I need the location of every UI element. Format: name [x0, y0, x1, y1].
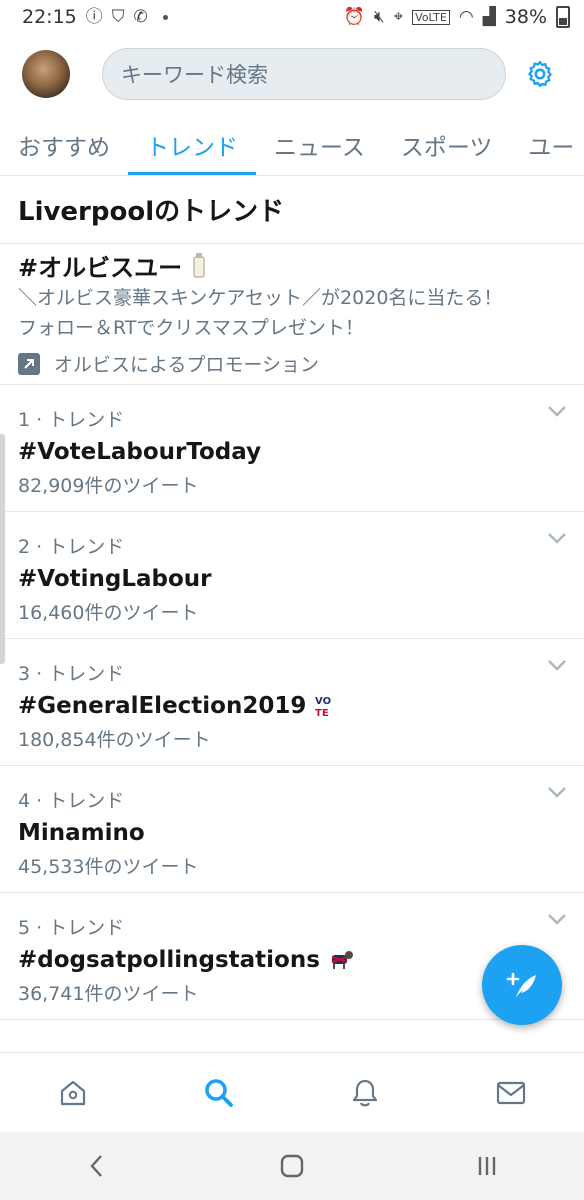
svg-text:TE: TE — [315, 708, 329, 718]
search-input[interactable]: キーワード検索 — [102, 48, 506, 100]
trend-rank: 2 · トレンド — [18, 536, 125, 558]
explore-tabs: おすすめ トレンド ニュース スポーツ ユー — [0, 114, 584, 176]
dog-emoji-icon — [331, 951, 353, 969]
promoted-hashtag: #オルビスユー — [18, 253, 183, 282]
status-bar: 22:15 ⓘ ⛉ ✆ ⏰ 🔇︎ ⌖ VoLTE ◠ ▟ 38% — [0, 0, 584, 34]
tab-recommended[interactable]: おすすめ — [0, 114, 128, 175]
system-back-button[interactable] — [67, 1141, 127, 1191]
wifi-call-icon: ✆ — [133, 6, 148, 27]
battery-percent: 38% — [504, 6, 547, 28]
recents-icon — [478, 1157, 495, 1175]
gear-icon — [528, 61, 552, 87]
search-placeholder: キーワード検索 — [121, 63, 268, 87]
bottle-emoji-icon — [193, 253, 205, 278]
tab-news[interactable]: ニュース — [256, 114, 383, 175]
trend-tweet-count: 45,533件のツイート — [18, 856, 199, 878]
trend-name: #dogsatpollingstations — [18, 947, 320, 973]
wifi-icon: ◠ — [458, 6, 474, 27]
volte-icon: VoLTE — [412, 9, 450, 25]
trend-item[interactable]: 3 · トレンド #GeneralElection2019 VO TE 180,… — [0, 639, 584, 766]
nav-search[interactable] — [189, 1063, 249, 1123]
compose-feather-icon — [506, 972, 536, 997]
nav-home[interactable] — [43, 1063, 103, 1123]
promoted-by-label: オルビスによるプロモーション — [54, 354, 320, 376]
mute-icon: 🔇︎ — [373, 6, 385, 27]
alarm-icon: ⏰ — [343, 6, 365, 27]
chevron-down-icon[interactable] — [546, 911, 568, 927]
tab-entertainment[interactable]: ユー — [510, 114, 584, 175]
trend-tweet-count: 82,909件のツイート — [18, 475, 199, 497]
trend-item-partial[interactable] — [0, 1020, 584, 1050]
edge-panel-handle[interactable] — [0, 434, 5, 664]
trend-tweet-count: 16,460件のツイート — [18, 602, 199, 624]
header: キーワード検索 — [0, 34, 584, 114]
trend-item[interactable]: 4 · トレンド Minamino 45,533件のツイート — [0, 766, 584, 893]
battery-icon — [556, 6, 570, 28]
promoted-description-line1: ＼オルビス豪華スキンケアセット／が2020名に当たる！ — [18, 287, 503, 309]
chevron-down-icon[interactable] — [546, 784, 568, 800]
trend-name: Minamino — [18, 820, 145, 846]
back-chevron-icon — [90, 1155, 103, 1177]
vote-emoji-icon: VO TE — [315, 696, 331, 718]
avatar[interactable] — [22, 50, 70, 98]
trend-rank: 4 · トレンド — [18, 790, 125, 812]
trend-name: #VoteLabourToday — [18, 439, 262, 465]
nav-notifications[interactable] — [335, 1063, 395, 1123]
chevron-down-icon[interactable] — [546, 403, 568, 419]
notification-dot-icon — [162, 14, 168, 20]
nav-messages[interactable] — [481, 1063, 541, 1123]
mail-icon — [496, 1081, 526, 1104]
trend-rank: 1 · トレンド — [18, 409, 125, 431]
trend-item[interactable]: 2 · トレンド #VotingLabour 16,460件のツイート — [0, 512, 584, 639]
settings-button[interactable] — [512, 46, 568, 102]
alert-icon: ⓘ — [85, 6, 103, 27]
trend-rank-partial — [18, 1040, 566, 1050]
trend-name: #GeneralElection2019 — [18, 693, 307, 719]
trend-tweet-count: 180,854件のツイート — [18, 729, 211, 751]
signal-icon: ▟ — [482, 6, 496, 27]
shield-icon: ⛉ — [111, 6, 125, 27]
search-icon — [205, 1078, 233, 1107]
promoted-description-line2: フォロー＆RTでクリスマスプレゼント！ — [18, 317, 364, 339]
system-home-button[interactable] — [262, 1141, 322, 1191]
tab-trends[interactable]: トレンド — [128, 114, 256, 175]
svg-text:VO: VO — [315, 696, 331, 707]
promoted-arrow-icon — [18, 352, 40, 375]
status-time: 22:15 — [22, 6, 77, 28]
system-nav-bar — [0, 1132, 584, 1200]
trend-rank: 3 · トレンド — [18, 663, 125, 685]
home-square-icon — [280, 1154, 304, 1178]
tab-sports[interactable]: スポーツ — [383, 114, 511, 175]
trend-name: #VotingLabour — [18, 566, 212, 592]
promoted-trend[interactable]: #オルビスユー ＼オルビス豪華スキンケアセット／が2020名に当たる！ フォロー… — [0, 244, 584, 385]
location-icon: ⌖ — [393, 6, 404, 27]
trend-item[interactable]: 1 · トレンド #VoteLabourToday 82,909件のツイート — [0, 385, 584, 512]
compose-tweet-button[interactable] — [482, 945, 562, 1025]
home-icon — [60, 1080, 86, 1105]
chevron-down-icon[interactable] — [546, 657, 568, 673]
bottom-nav — [0, 1052, 584, 1132]
section-title: Liverpoolのトレンド — [0, 176, 584, 244]
system-recents-button[interactable] — [457, 1141, 517, 1191]
chevron-down-icon[interactable] — [546, 530, 568, 546]
trend-rank: 5 · トレンド — [18, 917, 125, 939]
bell-icon — [352, 1079, 378, 1106]
